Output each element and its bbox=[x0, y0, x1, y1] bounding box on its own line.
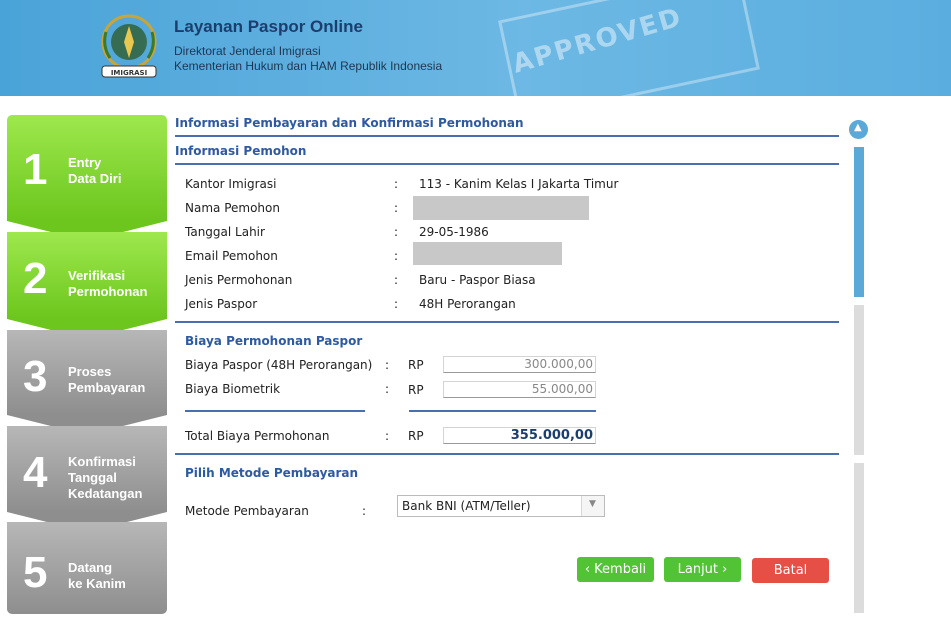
scroll-thumb[interactable] bbox=[854, 147, 864, 297]
step-2: 2 Verifikasi Permohonan bbox=[7, 232, 167, 319]
applicant-value-office: 113 - Kanim Kelas I Jakarta Timur bbox=[419, 177, 619, 191]
scroll-track-segment[interactable] bbox=[854, 463, 864, 613]
step-3-label: Proses Pembayaran bbox=[68, 364, 146, 395]
step-1-label: Entry Data Diri bbox=[68, 155, 122, 186]
step-1: 1 Entry Data Diri bbox=[7, 115, 167, 221]
colon: : bbox=[362, 504, 367, 518]
fee-label-passport: Biaya Paspor (48H Perorangan) bbox=[185, 358, 373, 372]
fee-label-biometric: Biaya Biometrik bbox=[185, 382, 281, 396]
colon: : bbox=[394, 225, 399, 239]
applicant-label-application-type: Jenis Permohonan bbox=[185, 273, 293, 287]
applicant-label-birthdate: Tanggal Lahir bbox=[185, 225, 265, 239]
colon: : bbox=[394, 273, 399, 287]
fee-amount-biometric: 55.000,00 bbox=[443, 381, 596, 398]
chevron-left-icon: ‹ bbox=[584, 562, 595, 577]
step-3-number: 3 bbox=[23, 352, 48, 401]
app-subtitle-ministry: Kementerian Hukum dan HAM Republik Indon… bbox=[174, 59, 443, 73]
next-button[interactable]: Lanjut › bbox=[664, 557, 741, 582]
section-title-fees: Biaya Permohonan Paspor bbox=[185, 334, 363, 348]
colon: : bbox=[394, 177, 399, 191]
step-4-number: 4 bbox=[23, 448, 48, 497]
currency-label: RP bbox=[408, 429, 424, 443]
payment-method-label: Metode Pembayaran bbox=[185, 504, 309, 518]
applicant-label-passport-type: Jenis Paspor bbox=[185, 297, 258, 311]
step-5: 5 Datang ke Kanim bbox=[7, 522, 167, 614]
section-title-applicant: Informasi Pemohon bbox=[175, 144, 307, 158]
divider bbox=[175, 453, 839, 455]
back-button[interactable]: ‹ Kembali bbox=[577, 557, 654, 582]
sum-divider-left bbox=[185, 410, 365, 412]
divider bbox=[175, 163, 839, 165]
divider bbox=[175, 321, 839, 323]
imigrasi-logo-icon: IMIGRASI bbox=[101, 14, 157, 78]
applicant-label-email: Email Pemohon bbox=[185, 249, 278, 263]
arrow-up-icon: ▲ bbox=[854, 122, 862, 133]
next-button-label: Lanjut bbox=[677, 562, 719, 577]
applicant-value-application-type: Baru - Paspor Biasa bbox=[419, 273, 536, 287]
scroll-track-segment[interactable] bbox=[854, 305, 864, 455]
applicant-value-passport-type: 48H Perorangan bbox=[419, 297, 516, 311]
colon: : bbox=[394, 249, 399, 263]
dropdown-toggle[interactable]: ▼ bbox=[581, 496, 604, 516]
step-2-label: Verifikasi Permohonan bbox=[68, 268, 148, 299]
chevron-right-icon: › bbox=[718, 562, 728, 577]
colon: : bbox=[394, 201, 399, 215]
colon: : bbox=[385, 382, 390, 396]
step-5-number: 5 bbox=[23, 548, 48, 597]
page-title: Informasi Pembayaran dan Konfirmasi Perm… bbox=[175, 116, 524, 130]
currency-label: RP bbox=[408, 358, 424, 372]
applicant-label-name: Nama Pemohon bbox=[185, 201, 280, 215]
app-subtitle-directorate: Direktorat Jenderal Imigrasi bbox=[174, 44, 321, 58]
step-5-label: Datang ke Kanim bbox=[68, 560, 126, 591]
step-3: 3 Proses Pembayaran bbox=[7, 330, 167, 415]
back-button-label: Kembali bbox=[594, 562, 647, 577]
total-fee-amount: 355.000,00 bbox=[443, 427, 596, 444]
payment-method-selected: Bank BNI (ATM/Teller) bbox=[402, 499, 531, 513]
fee-amount-passport: 300.000,00 bbox=[443, 356, 596, 373]
cancel-button[interactable]: Batal bbox=[752, 558, 829, 583]
total-fee-label: Total Biaya Permohonan bbox=[185, 429, 330, 443]
cancel-button-label: Batal bbox=[773, 563, 808, 578]
step-4: 4 Konfirmasi Tanggal Kedatangan bbox=[7, 426, 167, 512]
scroll-up-button[interactable]: ▲ bbox=[849, 120, 868, 139]
section-title-payment: Pilih Metode Pembayaran bbox=[185, 466, 359, 480]
divider bbox=[175, 135, 839, 137]
sum-divider-right bbox=[409, 410, 596, 412]
applicant-label-office: Kantor Imigrasi bbox=[185, 177, 277, 191]
applicant-value-birthdate: 29-05-1986 bbox=[419, 225, 489, 239]
step-2-number: 2 bbox=[23, 254, 48, 303]
caret-down-icon: ▼ bbox=[589, 499, 596, 509]
colon: : bbox=[385, 429, 390, 443]
step-1-number: 1 bbox=[23, 145, 48, 194]
redacted-name bbox=[413, 196, 589, 220]
colon: : bbox=[394, 297, 399, 311]
site-header: APPROVED IMIGRASI Layanan Paspor Online … bbox=[0, 0, 951, 96]
step-4-label: Konfirmasi Tanggal Kedatangan bbox=[68, 454, 143, 501]
payment-method-select[interactable]: Bank BNI (ATM/Teller) ▼ bbox=[397, 495, 605, 517]
colon: : bbox=[385, 358, 390, 372]
app-title: Layanan Paspor Online bbox=[174, 17, 363, 36]
redacted-email bbox=[413, 242, 562, 265]
currency-label: RP bbox=[408, 383, 424, 397]
logo-label: IMIGRASI bbox=[111, 69, 147, 77]
